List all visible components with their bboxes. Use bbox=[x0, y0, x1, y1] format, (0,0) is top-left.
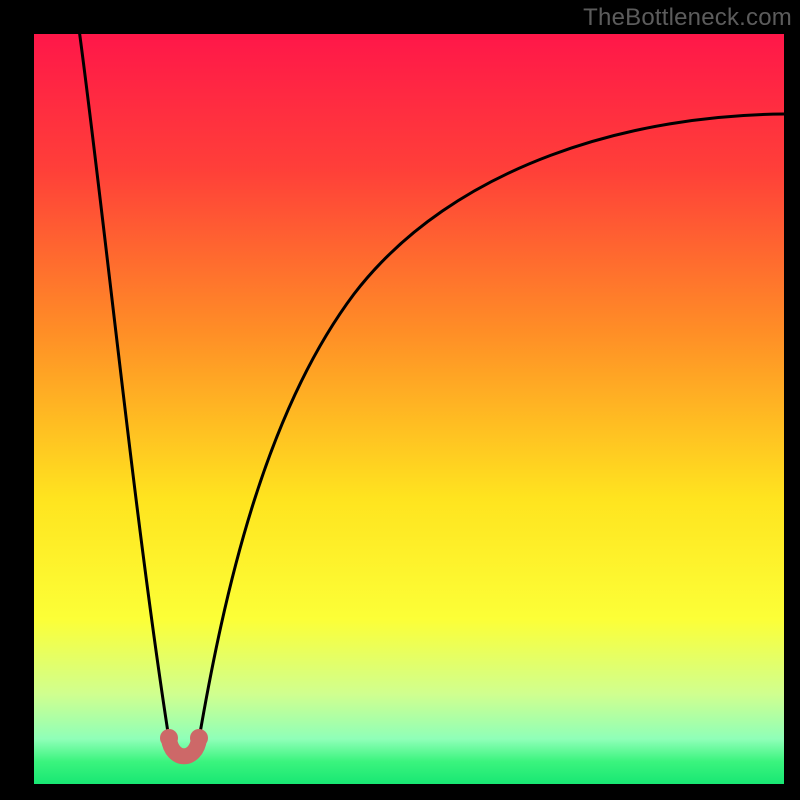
gradient-background bbox=[34, 34, 784, 784]
watermark-text: TheBottleneck.com bbox=[583, 4, 792, 32]
chart-svg bbox=[34, 34, 784, 784]
chart-frame: TheBottleneck.com bbox=[0, 0, 800, 800]
plot-area bbox=[34, 34, 784, 784]
